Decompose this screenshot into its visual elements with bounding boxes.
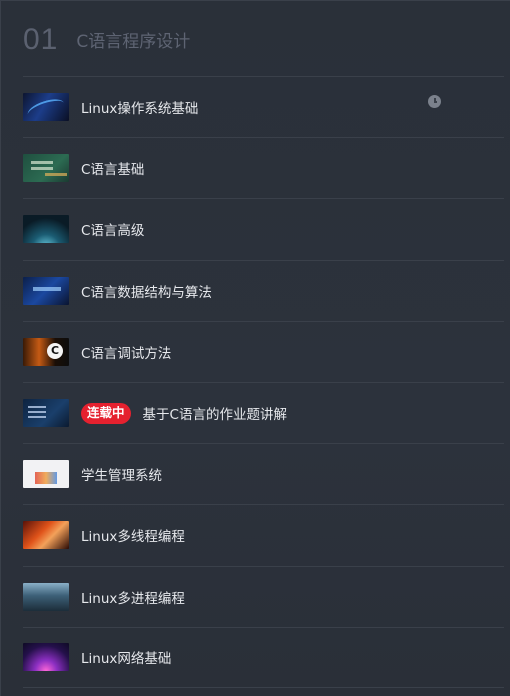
- lesson-label[interactable]: Linux多线程编程: [81, 525, 185, 545]
- lesson-item[interactable]: C语言基础: [23, 137, 504, 198]
- chapter-header: 01 C语言程序设计: [1, 1, 510, 76]
- lesson-item[interactable]: C语言高级: [23, 198, 504, 259]
- lesson-thumbnail[interactable]: [23, 521, 69, 550]
- lesson-thumbnail[interactable]: [23, 399, 69, 428]
- lesson-label[interactable]: C语言数据结构与算法: [81, 281, 212, 301]
- chapter-title: C语言程序设计: [76, 32, 191, 52]
- course-chapter-panel: 01 C语言程序设计 Linux操作系统基础 C语言基础 C语言高级 C语言数据…: [0, 0, 510, 696]
- lesson-label[interactable]: C语言调试方法: [81, 342, 171, 362]
- lesson-item[interactable]: Linux多线程编程: [23, 504, 504, 565]
- lesson-label[interactable]: C语言基础: [81, 158, 144, 178]
- serializing-badge: 连载中: [81, 402, 131, 424]
- clock-icon: [428, 95, 441, 109]
- lesson-item[interactable]: 学生管理系统: [23, 443, 504, 504]
- lesson-label[interactable]: Linux网络基础: [81, 647, 171, 667]
- chapter-number: 01: [23, 22, 59, 56]
- lesson-item[interactable]: C语言数据结构与算法: [23, 259, 504, 321]
- lesson-list: Linux操作系统基础 C语言基础 C语言高级 C语言数据结构与算法 C语言调试…: [23, 76, 504, 688]
- lesson-label[interactable]: 学生管理系统: [81, 464, 162, 484]
- lesson-thumbnail[interactable]: [23, 337, 69, 366]
- lesson-item[interactable]: Linux多进程编程: [23, 565, 504, 627]
- lesson-thumbnail[interactable]: [23, 582, 69, 611]
- lesson-item[interactable]: 连载中 基于C语言的作业题讲解: [23, 381, 504, 443]
- lesson-thumbnail[interactable]: [23, 643, 69, 672]
- lesson-thumbnail[interactable]: [23, 154, 69, 183]
- lesson-label[interactable]: C语言高级: [81, 219, 144, 239]
- lesson-thumbnail[interactable]: [23, 460, 69, 489]
- lesson-label[interactable]: 基于C语言的作业题讲解: [143, 403, 287, 423]
- lesson-thumbnail[interactable]: [23, 276, 69, 305]
- lesson-item[interactable]: Linux操作系统基础: [23, 76, 504, 137]
- lesson-item[interactable]: Linux网络基础: [23, 626, 504, 688]
- lesson-thumbnail[interactable]: [23, 215, 69, 244]
- lesson-label[interactable]: Linux多进程编程: [81, 587, 185, 607]
- lesson-thumbnail[interactable]: [23, 93, 69, 122]
- lesson-item[interactable]: C语言调试方法: [23, 320, 504, 382]
- lesson-label[interactable]: Linux操作系统基础: [81, 97, 198, 117]
